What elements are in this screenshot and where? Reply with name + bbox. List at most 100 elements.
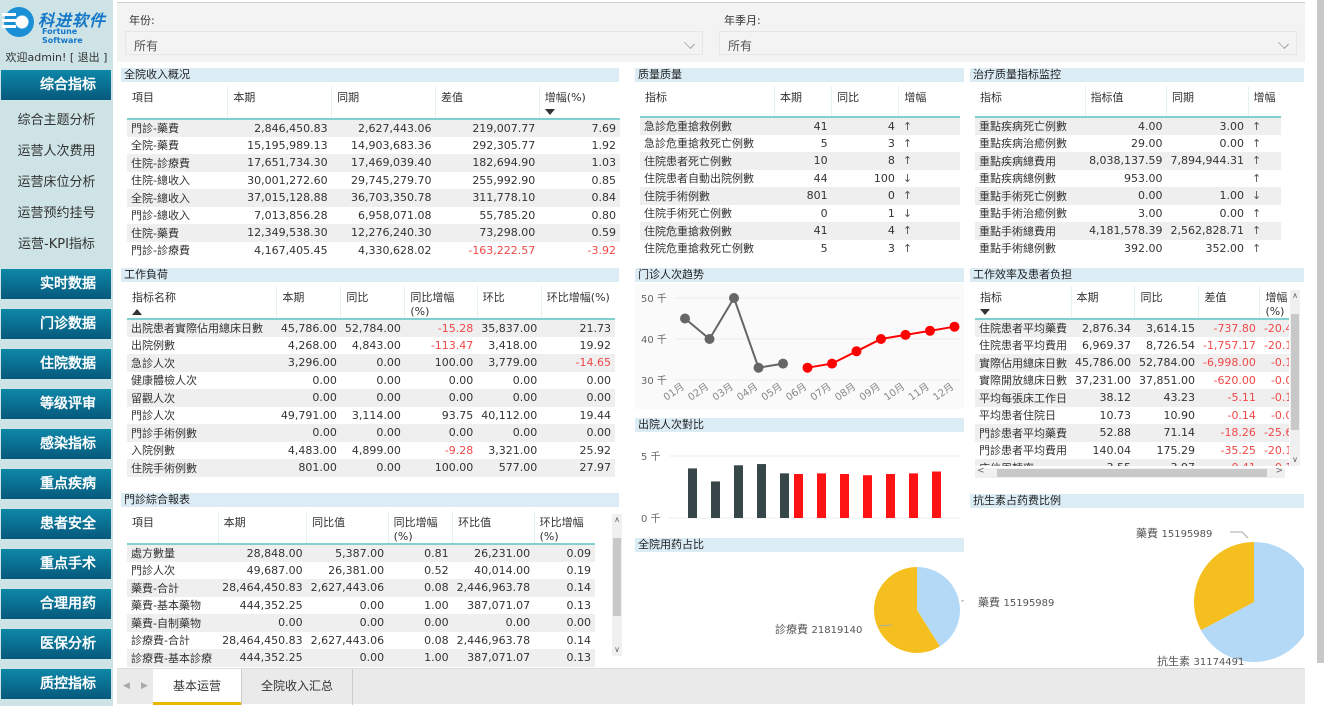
scroll-up-icon[interactable]: ∧ <box>612 514 622 526</box>
column-header[interactable]: 差值 <box>435 86 540 120</box>
table-row[interactable]: 重點手術死亡例數 0.00 1.00 ↓ <box>975 187 1281 205</box>
sort-descending-icon[interactable] <box>544 109 555 115</box>
table-row[interactable]: 床位周轉率3.553.97-0.41-0.12 <box>975 459 1289 466</box>
column-header[interactable]: 同期 <box>1166 86 1249 118</box>
column-header[interactable]: 指标值 <box>1085 86 1168 118</box>
table-row[interactable]: 住院-診療費 17,651,734.30 17,469,039.40 182,694.… <box>127 154 620 172</box>
sidebar-subitem[interactable]: 运营-KPI指标 <box>0 233 113 252</box>
column-header[interactable]: 指标 <box>975 86 1086 118</box>
sidebar-section-2[interactable]: 门诊数据 <box>1 309 111 339</box>
column-header[interactable]: 增幅 <box>898 86 960 118</box>
table-row[interactable]: 重點手術治癒例數 3.00 0.00 ↑ <box>975 205 1281 223</box>
sidebar-section-9[interactable]: 合理用药 <box>1 589 111 619</box>
table-row[interactable]: 門診人次 49,687.00 26,381.00 0.52 40,014.00 0.19 <box>127 562 595 580</box>
column-header[interactable]: 环比 <box>477 286 542 320</box>
sidebar-section-5[interactable]: 感染指标 <box>1 429 111 459</box>
column-header[interactable]: 差值 <box>1198 286 1261 320</box>
table-row[interactable]: 急診人次 3,296.00 0.00 100.00 3,779.00 -14.65 <box>127 354 615 372</box>
table-row[interactable]: 門診患者平均費用 140.04 175.29 -35.25 -20.11 <box>975 442 1289 460</box>
column-header[interactable]: 增幅 <box>1248 86 1281 118</box>
column-header[interactable]: 同比增幅(%) <box>388 511 454 545</box>
table-row[interactable]: 住院患者平均藥費2,876.343,614.15-737.80-20.41 <box>975 319 1289 337</box>
column-header[interactable]: 同比值 <box>306 511 389 545</box>
table-row[interactable]: 住院手術例數 801 0 ↑ <box>640 187 960 205</box>
table-row[interactable]: 住院患者平均費用 6,969.37 8,726.54 -1,757.17 -20.14 <box>975 337 1289 355</box>
table-row[interactable]: 平均患者住院日 10.73 10.90 -0.14 -0.02 <box>975 407 1289 425</box>
table-row[interactable]: 住院-藥費 12,349,538.30 12,276,240.30 73,298.00… <box>127 224 620 242</box>
column-header[interactable]: 同比 <box>340 286 406 320</box>
column-header[interactable]: 本期 <box>1071 286 1136 320</box>
scroll-left-icon[interactable]: < <box>977 466 985 476</box>
sidebar-section-10[interactable]: 医保分析 <box>1 629 111 659</box>
table-row[interactable]: 重點疾病死亡例數 4.00 3.00 ↑ <box>975 117 1281 135</box>
scroll-down-icon[interactable]: ∨ <box>1290 454 1300 466</box>
column-header[interactable]: 指标 <box>975 286 1072 320</box>
table-row[interactable]: 門診手術例數 0.00 0.00 0.00 0.00 0.00 <box>127 424 615 442</box>
sidebar-section-1[interactable]: 实时数据 <box>1 269 111 299</box>
scrollbar-thumb[interactable] <box>613 538 621 616</box>
table-row[interactable]: 實際佔用總床日數45,786.0052,784.00-6,998.00-0.15 <box>975 354 1289 372</box>
table-row[interactable]: 出院患者實際佔用總床日數 45,786.00 52,784.00 -15.28 35,8… <box>127 319 615 337</box>
column-header[interactable]: 环比增幅(%) <box>534 511 595 545</box>
sidebar-section-7[interactable]: 患者安全 <box>1 509 111 539</box>
table-row[interactable]: 留觀人次 0.00 0.00 0.00 0.00 0.00 <box>127 389 615 407</box>
table-row[interactable]: 實際開放總床日數 37,231.00 37,851.00 -620.00 -0.02 <box>975 372 1289 390</box>
column-header[interactable]: 本期 <box>276 286 342 320</box>
column-header[interactable]: 同比 <box>1134 286 1200 320</box>
table-row[interactable]: 入院例數 4,483.00 4,899.00 -9.28 3,321.00 25.92 <box>127 442 615 460</box>
column-header[interactable]: 項目 <box>127 86 229 120</box>
sidebar-section-11[interactable]: 质控指标 <box>1 669 111 699</box>
table-row[interactable]: 全院-藥費 15,195,989.13 14,903,683.36 292,305.7… <box>127 137 620 155</box>
scroll-right-icon[interactable]: > <box>1275 466 1283 476</box>
column-header[interactable]: 本期 <box>218 511 308 545</box>
tab-prev-icon[interactable]: ◀ <box>123 681 130 691</box>
efficiency-vscrollbar[interactable]: ∧ ∨ <box>1290 290 1300 466</box>
sidebar-subitem[interactable]: 运营床位分析 <box>0 171 113 190</box>
sidebar-subitem[interactable]: 综合主题分析 <box>0 109 113 128</box>
sidebar-section-6[interactable]: 重点疾病 <box>1 469 111 499</box>
table-row[interactable]: 門診-總收入 7,013,856.28 6,958,071.08 55,785.20 0… <box>127 207 620 225</box>
column-header[interactable]: 指标 <box>640 86 776 118</box>
table-row[interactable]: 住院患者死亡例數 10 8 ↑ <box>640 152 960 170</box>
welcome-logout-link[interactable]: 欢迎admin! [ 退出 ] <box>0 49 113 65</box>
sidebar-subitem[interactable]: 运营预约挂号 <box>0 202 113 221</box>
table-row[interactable]: 平均每張床工作日38.1243.23-5.11-0.13 <box>975 389 1289 407</box>
month-filter-select[interactable]: 所有 <box>719 31 1297 55</box>
sidebar-section-4[interactable]: 等级评审 <box>1 389 111 419</box>
scrollbar-thumb[interactable] <box>997 469 1267 477</box>
table-row[interactable]: 住院-總收入 30,001,272.60 29,745,279.70 255,992.… <box>127 172 620 190</box>
scroll-down-icon[interactable]: ∨ <box>612 644 622 656</box>
column-header[interactable]: 本期 <box>227 86 333 120</box>
table-row[interactable]: 藥費-基本藥物 444,352.25 0.00 1.00 387,071.07 0.13 <box>127 597 595 615</box>
table-row[interactable]: 重點手術總費用 4,181,578.39 2,562,828.71 ↑ <box>975 222 1281 240</box>
table-row[interactable]: 健康體檢人次 0.00 0.00 0.00 0.00 0.00 <box>127 372 615 390</box>
table-row[interactable]: 住院手術例數 801.00 0.00 100.00 577.00 27.97 <box>127 459 615 477</box>
tab-next-icon[interactable]: ▶ <box>141 681 148 691</box>
table-row[interactable]: 門診-診療費 4,167,405.45 4,330,628.02 -163,222.5… <box>127 242 620 260</box>
year-filter-select[interactable]: 所有 <box>125 31 703 55</box>
table-row[interactable]: 診療費-基本診療 444,352.25 0.00 1.00 387,071.07 0.13 <box>127 649 595 667</box>
table-row[interactable]: 全院-總收入 37,015,128.88 36,703,350.78 311,778.… <box>127 189 620 207</box>
tab-basic-operation[interactable]: 基本运营 <box>153 669 241 705</box>
column-header[interactable]: 环比值 <box>452 511 535 545</box>
column-header[interactable]: 增幅(%) <box>1259 286 1289 320</box>
table-row[interactable]: 住院患者自動出院例數 44 100 ↓ <box>640 170 960 188</box>
scroll-up-icon[interactable]: ∧ <box>1290 290 1300 302</box>
sort-ascending-icon[interactable] <box>132 309 142 315</box>
table-row[interactable]: 藥費-合計 28,464,450.83 2,627,443.06 0.08 2,446,… <box>127 579 595 597</box>
sidebar-section-8[interactable]: 重点手术 <box>1 549 111 579</box>
table-row[interactable]: 出院例數 4,268.00 4,843.00 -113.47 3,418.00 19.92 <box>127 337 615 355</box>
sidebar-section-3[interactable]: 住院数据 <box>1 349 111 379</box>
table-row[interactable]: 重點疾病總費用 8,038,137.59 7,894,944.31 ↑ <box>975 152 1281 170</box>
table-row[interactable]: 重點疾病總例數 953.00 ↑ <box>975 170 1281 188</box>
scrollbar-thumb[interactable] <box>1291 314 1299 430</box>
table-row[interactable]: 急診危重搶救死亡例數 5 3 ↑ <box>640 135 960 153</box>
table-row[interactable]: 診療費-合計 28,464,450.83 2,627,443.06 0.08 2,446… <box>127 632 595 650</box>
sidebar-section-0[interactable]: 综合指标 <box>1 70 111 100</box>
outpatient-table-scrollbar[interactable]: ∧ ∨ <box>612 514 622 656</box>
column-header[interactable]: 本期 <box>774 86 833 118</box>
table-row[interactable]: 門診-藥費 2,846,450.83 2,627,443.06 219,007.77 7… <box>127 119 620 137</box>
column-header[interactable]: 項目 <box>127 511 219 545</box>
column-header[interactable]: 同比增幅(%) <box>404 286 478 320</box>
table-row[interactable]: 藥費-自制藥物 0.00 0.00 0.00 0.00 0.00 <box>127 614 595 632</box>
